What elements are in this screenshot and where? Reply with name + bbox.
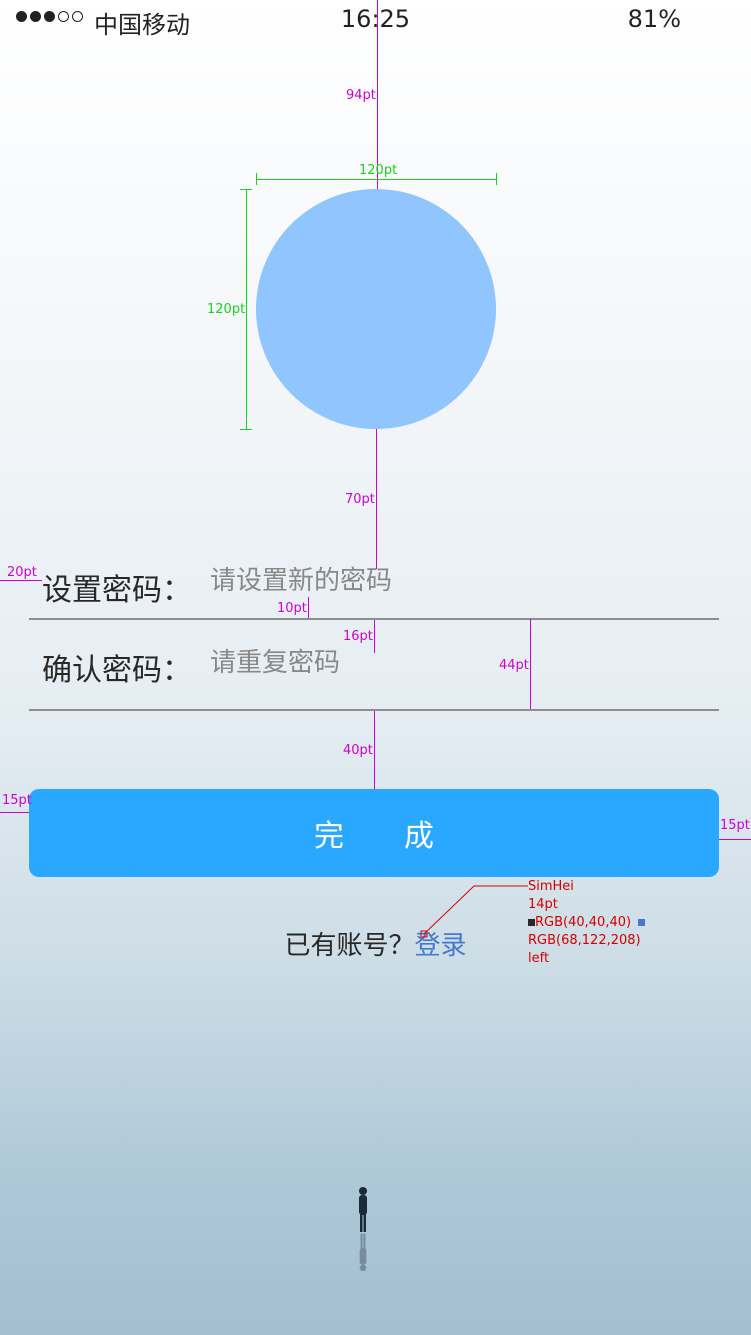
font-size: 14pt	[528, 897, 558, 912]
text-color-value: RGB(40,40,40)	[535, 915, 632, 930]
measure-top-gap: 94pt	[346, 88, 376, 103]
measure-avatar-height: 120pt	[207, 302, 246, 317]
measure-line	[256, 179, 497, 180]
measure-button-left: 15pt	[2, 793, 32, 808]
annotation-leader-line	[420, 885, 528, 938]
font-annotation: SimHei 14pt RGB(40,40,40) RGB(68,122,208…	[528, 878, 751, 968]
login-prompt: 已有账号？	[284, 931, 415, 961]
measure-tick	[240, 189, 252, 190]
measure-line	[377, 0, 378, 189]
person-reflection	[359, 1233, 367, 1272]
measure-line	[374, 711, 375, 789]
measure-line	[530, 619, 531, 709]
measure-row-gap: 16pt	[343, 629, 373, 644]
measure-line	[0, 812, 29, 813]
avatar[interactable]	[256, 189, 496, 429]
measure-line	[376, 429, 377, 569]
measure-left-margin: 20pt	[7, 565, 37, 580]
set-password-label: 设置密码：	[42, 573, 192, 608]
measure-line	[0, 580, 42, 581]
measure-avatar-bottom-gap: 70pt	[345, 492, 375, 507]
measure-line	[246, 189, 247, 429]
done-button[interactable]: 完成	[29, 789, 719, 877]
measure-tick	[496, 173, 497, 185]
person-silhouette	[359, 1187, 367, 1232]
text-alignment: left	[528, 951, 550, 966]
link-color-value: RGB(68,122,208)	[528, 933, 641, 948]
confirm-password-input[interactable]	[210, 648, 690, 678]
measure-line	[308, 597, 309, 618]
color-values: RGB(40,40,40) RGB(68,122,208)	[528, 914, 751, 950]
status-bar: 中国移动 16:25 81%	[0, 0, 751, 40]
measure-row-height: 44pt	[499, 658, 529, 673]
measure-button-right: 15pt	[720, 818, 750, 833]
battery-level: 81%	[627, 5, 681, 33]
measure-label-gap: 10pt	[277, 601, 307, 616]
measure-avatar-width: 120pt	[359, 163, 398, 178]
font-name: SimHei	[528, 879, 574, 894]
measure-line	[719, 839, 751, 840]
measure-line	[374, 620, 375, 653]
measure-button-gap: 40pt	[343, 743, 373, 758]
measure-tick	[240, 429, 252, 430]
confirm-password-label: 确认密码：	[42, 653, 192, 688]
measure-tick	[256, 173, 257, 185]
set-password-input[interactable]	[210, 566, 690, 596]
